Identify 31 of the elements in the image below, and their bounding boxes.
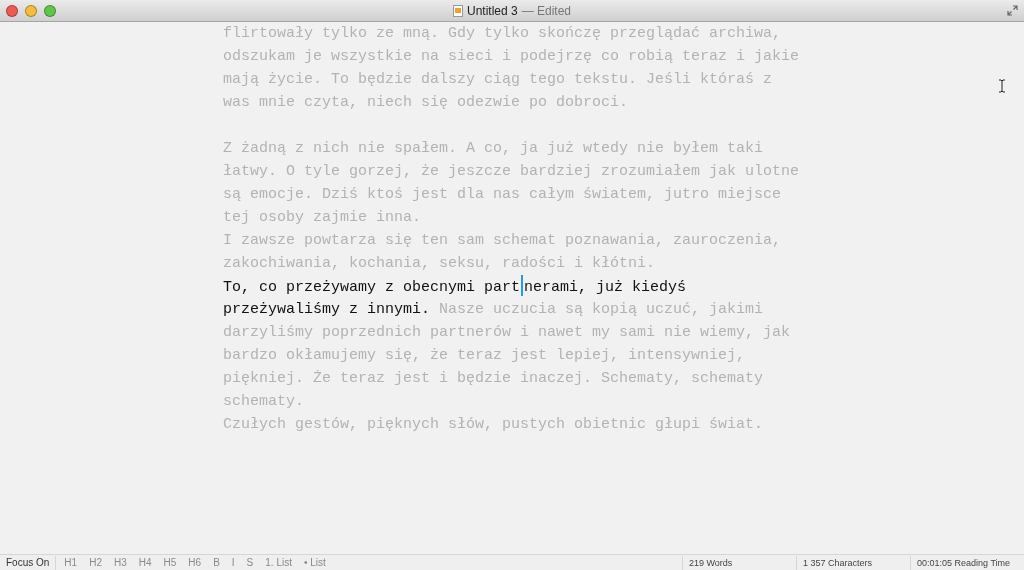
text-line: nerami, już kiedyś bbox=[524, 279, 687, 296]
text-line: tej osoby zajmie inna. bbox=[223, 209, 422, 226]
window-title: Untitled 3 bbox=[466, 3, 518, 20]
focus-button[interactable]: Focus On bbox=[0, 555, 57, 570]
text-line: zakochiwania, kochania, seksu, radości i kłótni. bbox=[223, 255, 656, 272]
minimize-button[interactable] bbox=[25, 4, 37, 17]
text-line: są emocje. Dziś ktoś jest dla nas całym światem, jutro miejsce bbox=[223, 186, 782, 203]
text-line: To, co przeżywamy z obecnymi part bbox=[223, 279, 521, 296]
text-line: schematy. bbox=[223, 393, 304, 410]
text-line: was mnie czyta, niech się odezwie po dobroci. bbox=[223, 94, 629, 111]
text-line: darzyliśmy poprzednich partnerów i nawet my sami nie wiemy, jak bbox=[223, 324, 791, 341]
text-line: odszukam je wszystkie na sieci i podejrzę co robią teraz i jakie bbox=[223, 48, 800, 65]
zoom-button[interactable] bbox=[44, 4, 56, 17]
status-count: 00:01:05 Reading Time bbox=[910, 555, 1024, 570]
text-line: piękniej. Że teraz jest i będzie inaczej. Schematy, schematy bbox=[223, 370, 764, 387]
text-line: bardzo okłamujemy się, że teraz jest lepiej, intensywniej, bbox=[223, 347, 746, 364]
status-count: 1 357 Characters bbox=[796, 555, 910, 570]
text-line: mają życie. To będzie dalszy ciąg tego tekstu. Jeśli któraś z bbox=[223, 71, 773, 88]
status-count: 219 Words bbox=[682, 555, 796, 570]
document-icon bbox=[452, 5, 463, 17]
text-cursor-icon bbox=[998, 79, 1006, 93]
fullscreen-icon[interactable] bbox=[1007, 5, 1018, 16]
edited-status: — Edited bbox=[521, 3, 572, 20]
text-line: I zawsze powtarza się ten sam schemat poznawania, zauroczenia, bbox=[223, 232, 782, 249]
text-line: łatwy. O tyle gorzej, że jeszcze bardziej zrozumiałem jak ulotne bbox=[223, 163, 800, 180]
close-button[interactable] bbox=[6, 4, 18, 17]
text-line: przeżywaliśmy z innymi. bbox=[223, 301, 431, 318]
text-line: Z żadną z nich nie spałem. A co, ja już wtedy nie byłem taki bbox=[223, 140, 764, 157]
text-line: Czułych gestów, pięknych słów, pustych obietnic głupi świat. bbox=[223, 416, 764, 433]
text-line: flirtowały tylko ze mną. Gdy tylko skończę przeglądać archiwa, bbox=[223, 25, 782, 42]
text-line: Nasze uczucia są kopią uczuć, jakimi bbox=[438, 301, 764, 318]
